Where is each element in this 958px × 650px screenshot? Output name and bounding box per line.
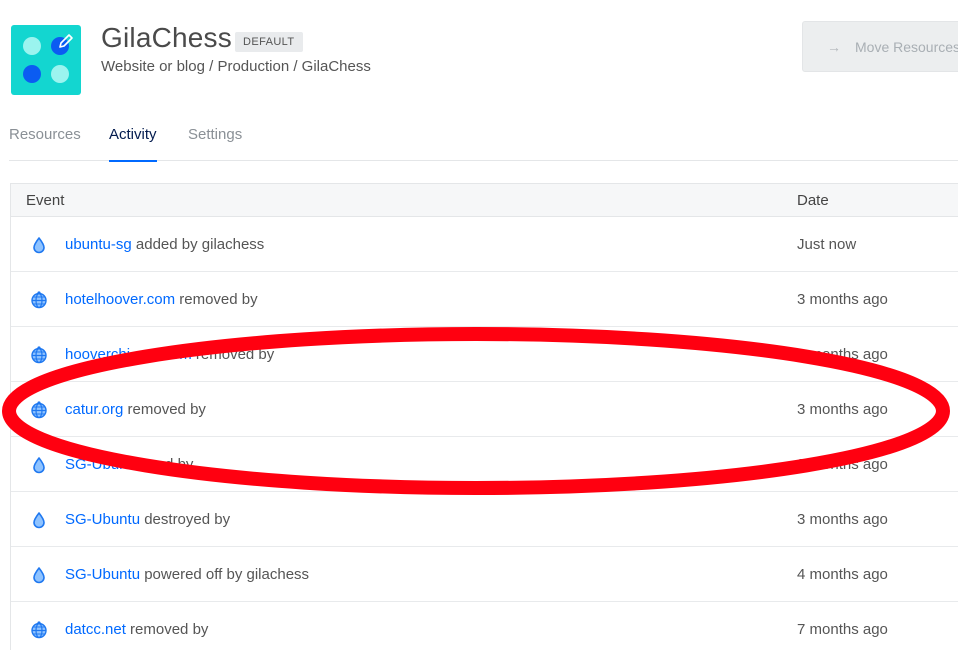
event-action: removed by <box>191 346 275 363</box>
activity-table: Event Date ubuntu-sg added by gilachess J… <box>10 183 958 650</box>
arrow-right-icon: → <box>827 38 841 55</box>
globe-icon <box>31 621 47 639</box>
event-action: removed by <box>123 401 206 418</box>
event-date: 3 months ago <box>797 456 888 473</box>
event-description: SG-Ubuntu destroyed by <box>65 511 230 528</box>
resource-link[interactable]: SG-Ubuntu <box>65 566 140 583</box>
table-row: hooverchi...op.com removed by 3 months ag… <box>11 327 958 382</box>
project-title: GilaChess <box>101 22 232 53</box>
globe-icon <box>31 346 47 364</box>
event-description: hooverchi...op.com removed by <box>65 346 274 363</box>
event-date: 7 months ago <box>797 621 888 638</box>
event-action: removed by <box>175 291 258 308</box>
pencil-icon <box>59 34 73 48</box>
event-action: powered off by gilachess <box>140 566 310 583</box>
event-date: 3 months ago <box>797 511 888 528</box>
resource-link[interactable]: hotelhoover.com <box>65 291 175 308</box>
table-row: SG-Ubuntu ...ed by 3 months ago <box>11 437 958 492</box>
project-tabs: Resources Activity Settings <box>9 126 958 162</box>
default-badge: DEFAULT <box>235 32 303 52</box>
event-action: removed by <box>125 621 209 638</box>
droplet-icon <box>31 566 47 584</box>
resource-link[interactable]: catur.org <box>65 401 123 418</box>
resource-link[interactable]: hooverchi...op.com <box>65 346 192 363</box>
table-row: ubuntu-sg added by gilachess Just now <box>11 217 958 272</box>
event-description: catur.org removed by <box>65 401 206 418</box>
table-row: SG-Ubuntu powered off by gilachess 4 mont… <box>11 547 958 602</box>
event-date: Just now <box>797 236 857 253</box>
project-activity-page: GilaChess DEFAULT Website or blog / Prod… <box>0 0 958 650</box>
table-body: ubuntu-sg added by gilachess Just now hote… <box>11 217 958 650</box>
project-breadcrumb: Website or blog / Production / GilaChess <box>101 58 371 75</box>
event-description: datcc.net removed by <box>65 621 208 638</box>
tab-resources[interactable]: Resources <box>9 126 81 161</box>
droplet-icon <box>31 456 47 474</box>
move-resources-label: Move Resources <box>855 38 958 55</box>
resource-link[interactable]: SG-Ubuntu <box>65 511 140 528</box>
table-header: Event Date <box>11 184 958 217</box>
table-row: hotelhoover.com removed by 3 months ago <box>11 272 958 327</box>
event-date: 3 months ago <box>797 291 888 308</box>
tab-settings[interactable]: Settings <box>188 126 242 161</box>
column-header-event: Event <box>26 192 65 209</box>
project-icon <box>11 25 81 95</box>
event-description: ubuntu-sg added by gilachess <box>65 236 264 253</box>
droplet-icon <box>31 236 47 254</box>
table-row: datcc.net removed by 7 months ago <box>11 602 958 650</box>
droplet-icon <box>31 511 47 529</box>
event-date: 3 months ago <box>797 401 888 418</box>
event-action: added by gilachess <box>131 236 265 253</box>
resource-link[interactable]: ubuntu-sg <box>65 236 132 253</box>
globe-icon <box>31 291 47 309</box>
event-date: 4 months ago <box>797 566 888 583</box>
table-row: catur.org removed by 3 months ago <box>11 382 958 437</box>
event-action: destroyed by <box>140 511 231 528</box>
column-header-date: Date <box>797 192 829 209</box>
event-date: 3 months ago <box>797 346 888 363</box>
resource-link[interactable]: datcc.net <box>65 621 126 638</box>
table-row: SG-Ubuntu destroyed by 3 months ago <box>11 492 958 547</box>
tab-activity[interactable]: Activity <box>109 126 157 162</box>
resource-link[interactable]: SG-Ubuntu <box>65 456 140 473</box>
event-description: hotelhoover.com removed by <box>65 291 258 308</box>
globe-icon <box>31 401 47 419</box>
event-description: SG-Ubuntu ...ed by <box>65 456 193 473</box>
event-action: ...ed by <box>140 456 194 473</box>
event-description: SG-Ubuntu powered off by gilachess <box>65 566 309 583</box>
move-resources-button[interactable]: → Move Resources <box>802 21 958 72</box>
